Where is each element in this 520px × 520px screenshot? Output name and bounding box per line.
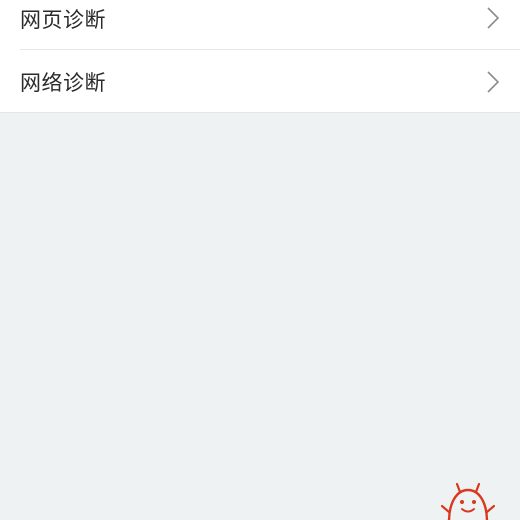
robot-mascot-icon	[441, 482, 495, 520]
diagnostics-screen: 网页诊断 网络诊断	[0, 0, 520, 520]
menu-item-network-diagnosis[interactable]: 网络诊断	[0, 50, 520, 113]
menu-item-web-diagnosis[interactable]: 网页诊断	[0, 0, 520, 49]
menu-item-label: 网页诊断	[20, 8, 106, 32]
list-bottom-border	[0, 112, 520, 113]
menu-item-label: 网络诊断	[20, 70, 106, 95]
chevron-right-icon	[487, 71, 500, 93]
menu-list: 网页诊断 网络诊断	[0, 0, 520, 113]
chevron-right-icon	[487, 7, 500, 29]
